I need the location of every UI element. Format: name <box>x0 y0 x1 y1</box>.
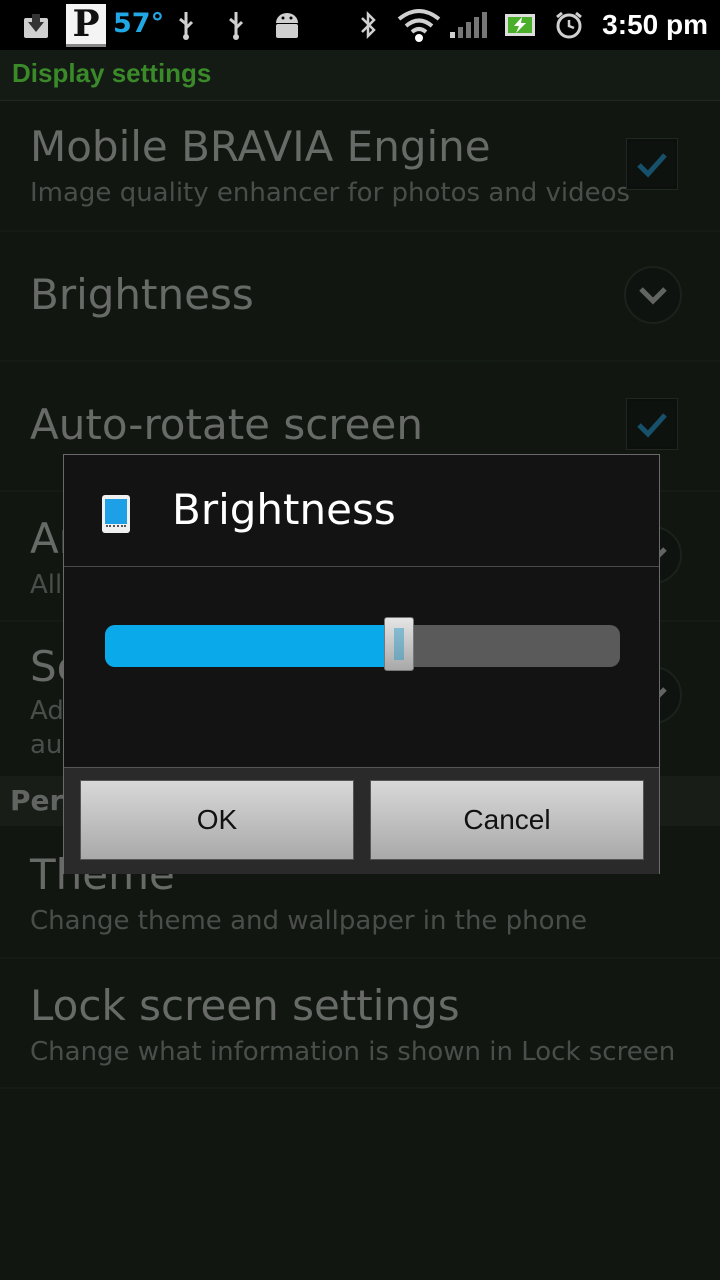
pref-title: Lock screen settings <box>30 981 460 1030</box>
dialog-header: Brightness <box>64 455 659 566</box>
pref-summary: Image quality enhancer for photos and vi… <box>30 178 631 208</box>
bravia-checkbox[interactable] <box>626 138 678 190</box>
battery-icon <box>504 8 536 42</box>
auto-rotate-checkbox[interactable] <box>626 398 678 450</box>
pref-summary: Change what information is shown in Lock… <box>30 1037 676 1067</box>
phone-icon <box>102 495 130 533</box>
pref-title: Brightness <box>30 270 254 319</box>
pref-summary: Ad <box>30 696 64 726</box>
android-icon <box>272 8 302 42</box>
screen-header: Display settings <box>0 50 720 101</box>
status-time: 3:50 pm <box>602 9 708 40</box>
dialog-divider <box>64 566 659 567</box>
dialog-button-bar: OK Cancel <box>64 767 659 874</box>
weather-temperature: 57° <box>113 8 165 39</box>
pref-lock-screen-settings[interactable]: Lock screen settings Change what informa… <box>0 957 720 1089</box>
pref-mobile-bravia-engine[interactable]: Mobile BRAVIA Engine Image quality enhan… <box>0 100 720 232</box>
pref-brightness[interactable]: Brightness <box>0 230 720 362</box>
cancel-button[interactable]: Cancel <box>370 780 644 860</box>
brightness-slider-fill <box>105 625 399 667</box>
pandora-icon: P <box>66 4 106 47</box>
download-icon <box>22 8 50 42</box>
brightness-slider[interactable] <box>105 625 620 667</box>
usb-icon <box>176 8 196 42</box>
brightness-slider-thumb[interactable] <box>384 617 414 671</box>
ok-button[interactable]: OK <box>80 780 354 860</box>
usb-icon <box>226 8 246 42</box>
wifi-icon <box>396 8 442 42</box>
pref-summary: All <box>30 570 63 600</box>
chevron-down-icon <box>624 266 682 324</box>
pref-title: Mobile BRAVIA Engine <box>30 122 491 171</box>
alarm-icon <box>554 8 584 42</box>
pref-summary: Change theme and wallpaper in the phone <box>30 906 588 936</box>
signal-icon <box>450 8 490 42</box>
status-bar: P 57° 3:50 pm <box>0 0 720 50</box>
screen-title: Display settings <box>12 58 212 88</box>
brightness-dialog: Brightness OK Cancel <box>63 454 660 874</box>
bluetooth-icon <box>358 8 378 42</box>
check-icon <box>637 413 667 438</box>
pref-title: Auto-rotate screen <box>30 400 423 449</box>
check-icon <box>637 153 667 178</box>
dialog-title: Brightness <box>172 485 396 534</box>
